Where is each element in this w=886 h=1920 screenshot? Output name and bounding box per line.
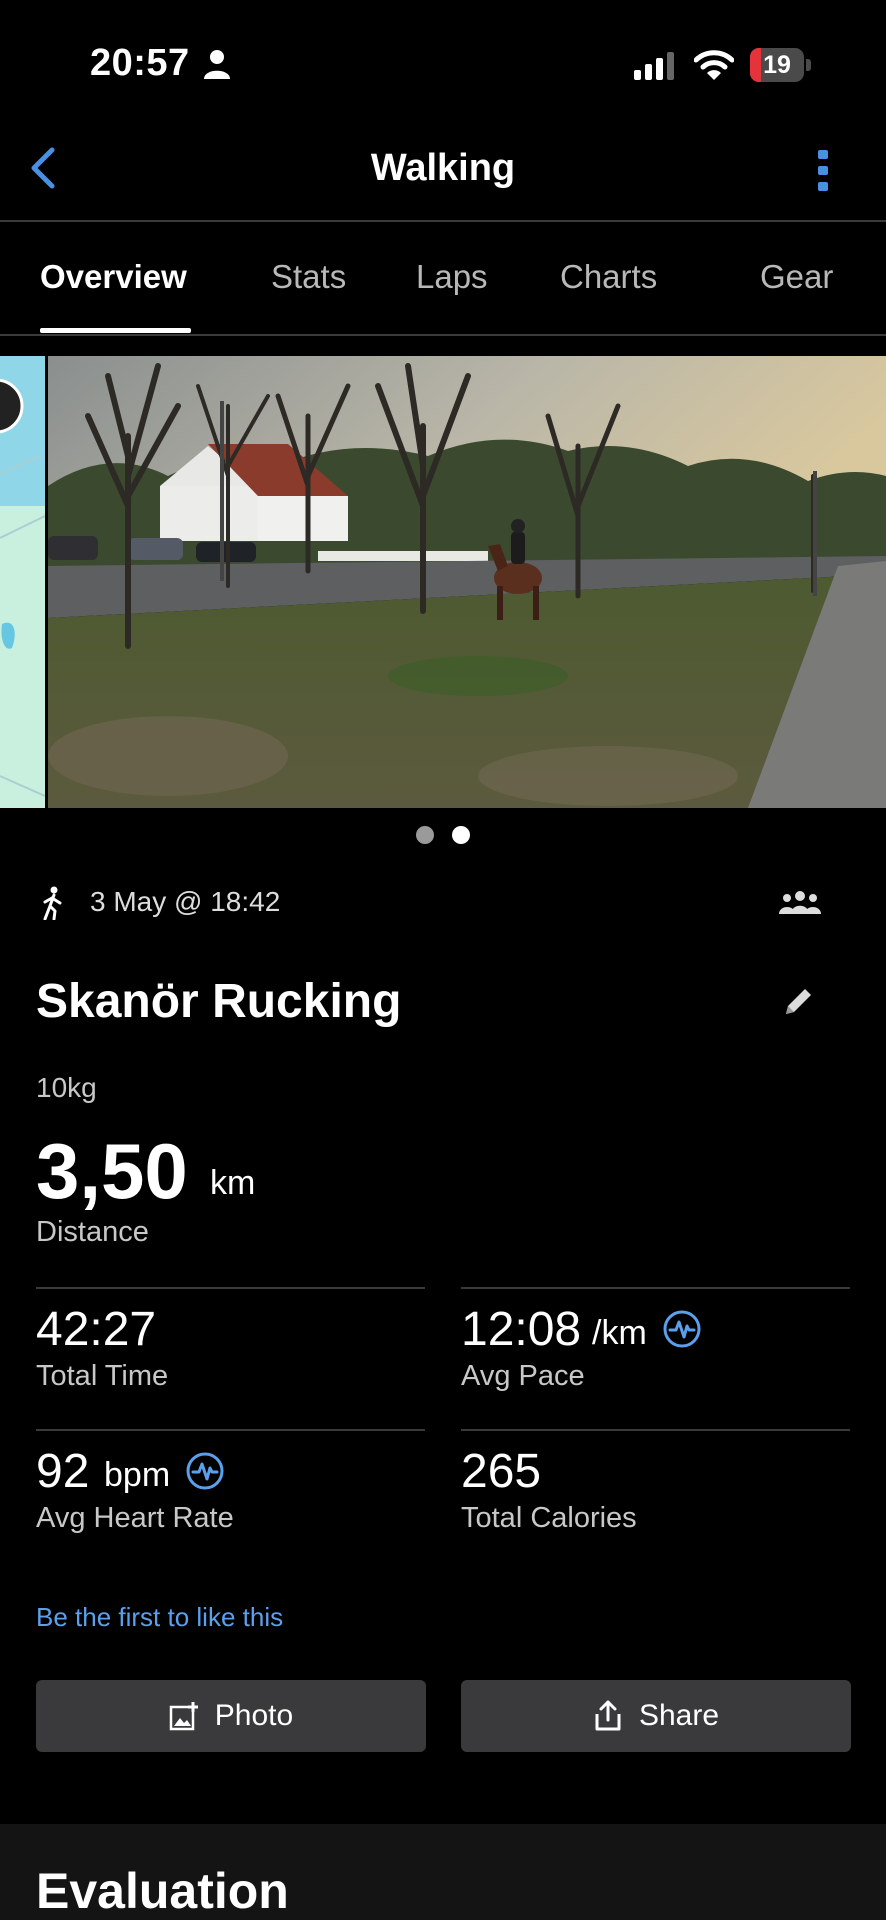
avg-heart-rate-label: Avg Heart Rate — [36, 1502, 234, 1534]
like-link[interactable]: Be the first to like this — [36, 1602, 283, 1633]
distance-unit: km — [210, 1164, 256, 1202]
pulse-icon[interactable] — [662, 1309, 702, 1349]
person-icon — [204, 50, 230, 79]
tab-laps[interactable]: Laps — [416, 258, 488, 296]
photo-button-label: Photo — [214, 1699, 294, 1732]
carousel-dot-1[interactable] — [416, 826, 434, 844]
avg-pace-value: 12:08 — [461, 1303, 582, 1356]
activity-note: 10kg — [36, 1072, 97, 1103]
avg-pace-label: Avg Pace — [461, 1360, 585, 1392]
total-time-value: 42:27 — [36, 1303, 157, 1356]
share-button-label: Share — [638, 1699, 720, 1732]
distance-label: Distance — [36, 1216, 149, 1248]
avg-heart-rate-value: 92 — [36, 1445, 90, 1498]
tab-overview[interactable]: Overview — [40, 258, 187, 296]
activity-title: Skanör Rucking — [36, 975, 402, 1028]
avg-pace-unit: /km — [592, 1314, 647, 1352]
add-photo-button[interactable]: Photo — [36, 1680, 426, 1752]
tabs-divider — [0, 334, 886, 336]
activity-date: 3 May @ 18:42 — [90, 886, 281, 917]
add-photo-icon — [169, 1702, 198, 1731]
share-button[interactable]: Share — [461, 1680, 851, 1752]
total-calories-label: Total Calories — [461, 1502, 637, 1534]
tab-gear[interactable]: Gear — [760, 258, 833, 296]
evaluation-title: Evaluation — [36, 1863, 289, 1919]
stat-divider — [461, 1429, 850, 1431]
carousel-dot-2[interactable] — [452, 826, 470, 844]
distance-value: 3,50 — [36, 1127, 188, 1215]
stat-divider — [36, 1287, 425, 1289]
nav-divider — [0, 220, 886, 222]
avg-heart-rate-unit: bpm — [104, 1456, 171, 1494]
tab-stats[interactable]: Stats — [271, 258, 346, 296]
share-icon — [595, 1700, 621, 1731]
total-calories-value: 265 — [461, 1445, 542, 1498]
pencil-icon[interactable] — [782, 984, 816, 1018]
map-slide[interactable] — [0, 356, 45, 808]
total-time-label: Total Time — [36, 1360, 169, 1392]
more-vertical-icon[interactable] — [808, 146, 838, 196]
pulse-icon[interactable] — [185, 1451, 225, 1491]
group-icon[interactable] — [778, 890, 822, 916]
stat-divider — [36, 1429, 425, 1431]
stat-divider — [461, 1287, 850, 1289]
status-time: 20:57 — [90, 42, 190, 84]
tab-indicator — [40, 328, 191, 333]
battery-level: 19 — [763, 51, 791, 79]
signal-icon — [634, 52, 674, 80]
wifi-icon — [694, 50, 734, 80]
battery-icon: 19 — [750, 48, 812, 82]
page-title: Walking — [370, 147, 516, 189]
tab-charts[interactable]: Charts — [560, 258, 657, 296]
walking-icon — [43, 886, 62, 920]
activity-photo[interactable] — [48, 356, 886, 808]
